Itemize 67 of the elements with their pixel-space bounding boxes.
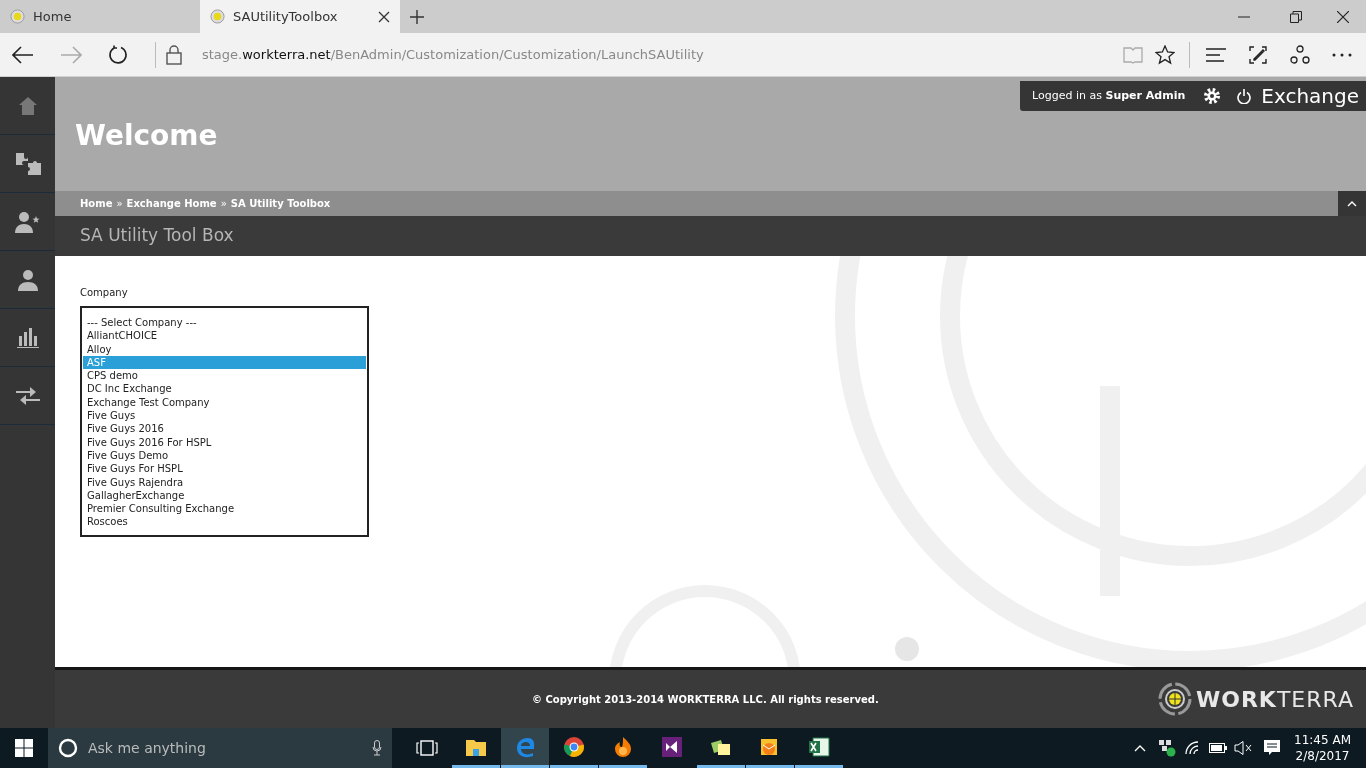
company-option[interactable]: Alloy (83, 342, 366, 356)
power-icon[interactable] (1237, 88, 1252, 104)
target-favicon-icon (210, 9, 225, 24)
clock-date[interactable]: 2/8/2017 (1295, 748, 1350, 764)
collapse-button[interactable] (1338, 191, 1366, 216)
transfer-arrows-icon[interactable] (15, 385, 40, 406)
company-option[interactable]: Five Guys Rajendra (83, 475, 366, 489)
settings-icon[interactable] (1203, 87, 1222, 105)
favorite-star-icon[interactable] (1155, 44, 1175, 65)
minimize-icon[interactable] (1238, 15, 1250, 18)
task-view-icon[interactable] (416, 740, 438, 756)
lock-icon (166, 44, 182, 65)
person-star-icon[interactable] (14, 210, 41, 233)
more-icon[interactable] (1332, 52, 1352, 57)
caret-up-icon (1347, 200, 1357, 207)
breadcrumb-separator: » (116, 197, 123, 211)
company-list[interactable] (80, 306, 369, 537)
bar-chart-icon[interactable] (16, 327, 39, 348)
back-icon[interactable] (12, 45, 34, 64)
pen-note-icon[interactable] (1248, 44, 1268, 65)
breadcrumb-separator: » (220, 197, 227, 211)
module-name[interactable]: Exchange (1261, 81, 1359, 111)
close-icon[interactable] (378, 10, 390, 23)
chevron-up-icon[interactable] (1134, 744, 1147, 752)
puzzle-icon[interactable] (13, 150, 42, 177)
home-icon[interactable] (17, 95, 38, 116)
cortana-circle-icon (58, 738, 78, 758)
company-option[interactable]: DC Inc Exchange (83, 382, 366, 396)
windows-start-icon[interactable] (15, 739, 33, 757)
company-option[interactable]: Five Guys For HSPL (83, 462, 366, 476)
clock-time[interactable]: 11:45 AM (1294, 732, 1351, 748)
page-title: SA Utility Tool Box (80, 224, 234, 248)
hub-icon[interactable] (1206, 47, 1226, 62)
company-option[interactable]: CPS demo (83, 369, 366, 383)
share-icon[interactable] (1290, 44, 1310, 65)
logged-in-text: Logged in as Super Admin (1032, 87, 1186, 104)
chrome-ball-icon (562, 734, 586, 759)
copyright-text: © Copyright 2013-2014 WORKTERRA LLC. All rights reserved. (532, 692, 879, 707)
battery-icon[interactable] (1209, 743, 1228, 753)
company-option[interactable]: Five Guys (83, 409, 366, 423)
sync-status-icon[interactable] (1158, 739, 1177, 757)
refresh-icon[interactable] (108, 44, 128, 65)
spreadsheet-icon (807, 734, 831, 759)
company-option[interactable]: AlliantCHOICE (83, 329, 366, 343)
company-option[interactable]: Five Guys 2016 For HSPL (83, 435, 366, 449)
target-logo-icon (1157, 682, 1192, 716)
company-option[interactable]: Five Guys 2016 (83, 422, 366, 436)
company-option[interactable]: Roscoes (83, 515, 366, 529)
taskbar-search-field[interactable]: Ask me anything (48, 728, 392, 768)
restore-icon[interactable] (1290, 10, 1302, 23)
speaker-muted-icon[interactable] (1234, 741, 1253, 755)
close-window-icon[interactable] (1337, 10, 1349, 23)
company-option[interactable]: Five Guys Demo (83, 448, 366, 463)
company-label: Company (80, 286, 129, 300)
microphone-icon[interactable] (372, 740, 382, 756)
workterra-logo-text: WORKTERRA (1195, 685, 1354, 714)
address-field[interactable]: stage.workterra.net/BenAdmin/Customization/Customization/LaunchSAUtility (202, 44, 704, 65)
company-option[interactable]: Exchange Test Company (83, 395, 366, 410)
company-option[interactable]: GallagherExchange (83, 488, 366, 503)
target-favicon-icon (10, 9, 25, 24)
person-icon[interactable] (16, 268, 39, 291)
welcome-heading: Welcome (75, 118, 218, 154)
browser-tab[interactable]: SAUtilityToolbox (200, 0, 400, 33)
company-option[interactable]: Premier Consulting Exchange (83, 502, 366, 516)
notifications-icon[interactable] (1264, 740, 1281, 756)
new-tab-plus-icon[interactable] (410, 9, 424, 24)
company-option[interactable]: --- Select Company --- (83, 316, 366, 330)
